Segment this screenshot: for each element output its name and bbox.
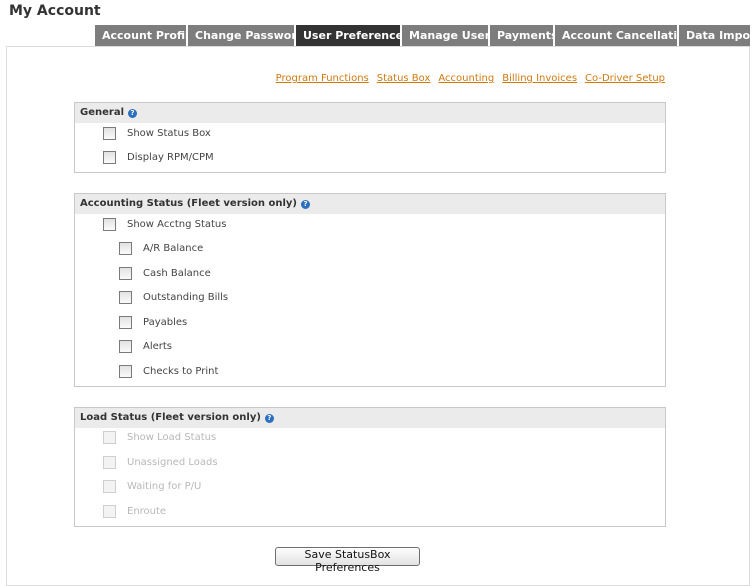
tab-data-import[interactable]: Data Import xyxy=(679,25,753,46)
payables-checkbox[interactable] xyxy=(119,316,132,329)
link-co-driver-setup[interactable]: Co-Driver Setup xyxy=(585,73,665,84)
general-panel-header: General ? xyxy=(75,103,665,123)
alerts-checkbox[interactable] xyxy=(119,340,132,353)
tab-change-password[interactable]: Change Password xyxy=(188,25,305,46)
outstanding-bills-checkbox[interactable] xyxy=(119,291,132,304)
cash-balance-checkbox[interactable] xyxy=(119,267,132,280)
save-statusbox-preferences-button[interactable]: Save StatusBox Preferences xyxy=(275,547,420,574)
show-acctng-status-label: Show Acctng Status xyxy=(127,219,227,230)
show-load-status-label: Show Load Status xyxy=(127,432,217,443)
show-status-box-label: Show Status Box xyxy=(127,128,211,139)
account-tabs: Account Profile Change Password User Pre… xyxy=(95,25,753,46)
load-status-panel-title: Load Status (Fleet version only) xyxy=(80,412,261,423)
link-program-functions[interactable]: Program Functions xyxy=(276,73,369,84)
link-accounting[interactable]: Accounting xyxy=(438,73,494,84)
show-load-status-checkbox xyxy=(103,431,116,444)
help-icon[interactable]: ? xyxy=(300,199,310,209)
preferences-subnav: Program Functions Status Box Accounting … xyxy=(276,73,665,84)
tab-user-preferences[interactable]: User Preferences xyxy=(296,25,410,46)
option-payables: Payables xyxy=(119,316,187,329)
tab-payments[interactable]: Payments xyxy=(490,25,558,46)
option-enroute: Enroute xyxy=(103,505,166,518)
option-show-status-box: Show Status Box xyxy=(103,127,211,140)
option-display-rpm-cpm: Display RPM/CPM xyxy=(103,151,214,164)
ar-balance-label: A/R Balance xyxy=(143,243,204,254)
help-icon[interactable]: ? xyxy=(128,108,137,118)
cash-balance-label: Cash Balance xyxy=(143,268,211,279)
option-show-acctng-status: Show Acctng Status xyxy=(103,218,226,231)
option-alerts: Alerts xyxy=(119,340,172,353)
page-title: My Account xyxy=(9,3,101,19)
enroute-checkbox xyxy=(103,505,116,518)
unassigned-loads-checkbox xyxy=(103,456,116,469)
tab-account-cancellation[interactable]: Account Cancellation xyxy=(555,25,693,46)
option-show-load-status: Show Load Status xyxy=(103,431,216,444)
waiting-for-pu-checkbox xyxy=(103,480,116,493)
option-cash-balance: Cash Balance xyxy=(119,267,211,280)
unassigned-loads-label: Unassigned Loads xyxy=(127,457,218,468)
enroute-label: Enroute xyxy=(127,506,167,517)
option-ar-balance: A/R Balance xyxy=(119,242,203,255)
option-checks-to-print: Checks to Print xyxy=(119,365,218,378)
accounting-panel-header: Accounting Status (Fleet version only) ? xyxy=(75,194,665,214)
accounting-panel-title: Accounting Status (Fleet version only) xyxy=(80,198,297,209)
payables-label: Payables xyxy=(143,317,188,328)
checks-to-print-label: Checks to Print xyxy=(143,366,219,377)
checks-to-print-checkbox[interactable] xyxy=(119,365,132,378)
option-waiting-for-pu: Waiting for P/U xyxy=(103,480,201,493)
show-status-box-checkbox[interactable] xyxy=(103,127,116,140)
display-rpm-cpm-label: Display RPM/CPM xyxy=(127,152,214,163)
option-outstanding-bills: Outstanding Bills xyxy=(119,291,228,304)
load-status-panel-header: Load Status (Fleet version only) ? xyxy=(75,408,665,428)
alerts-label: Alerts xyxy=(143,341,173,352)
show-acctng-status-checkbox[interactable] xyxy=(103,218,116,231)
help-icon[interactable]: ? xyxy=(264,413,274,423)
link-billing-invoices[interactable]: Billing Invoices xyxy=(502,73,577,84)
ar-balance-checkbox[interactable] xyxy=(119,242,132,255)
tab-manage-users[interactable]: Manage Users xyxy=(402,25,497,46)
link-status-box[interactable]: Status Box xyxy=(377,73,431,84)
waiting-for-pu-label: Waiting for P/U xyxy=(127,481,202,492)
tab-account-profile[interactable]: Account Profile xyxy=(95,25,196,46)
general-panel-title: General xyxy=(80,107,124,118)
display-rpm-cpm-checkbox[interactable] xyxy=(103,151,116,164)
outstanding-bills-label: Outstanding Bills xyxy=(143,292,229,303)
option-unassigned-loads: Unassigned Loads xyxy=(103,456,218,469)
